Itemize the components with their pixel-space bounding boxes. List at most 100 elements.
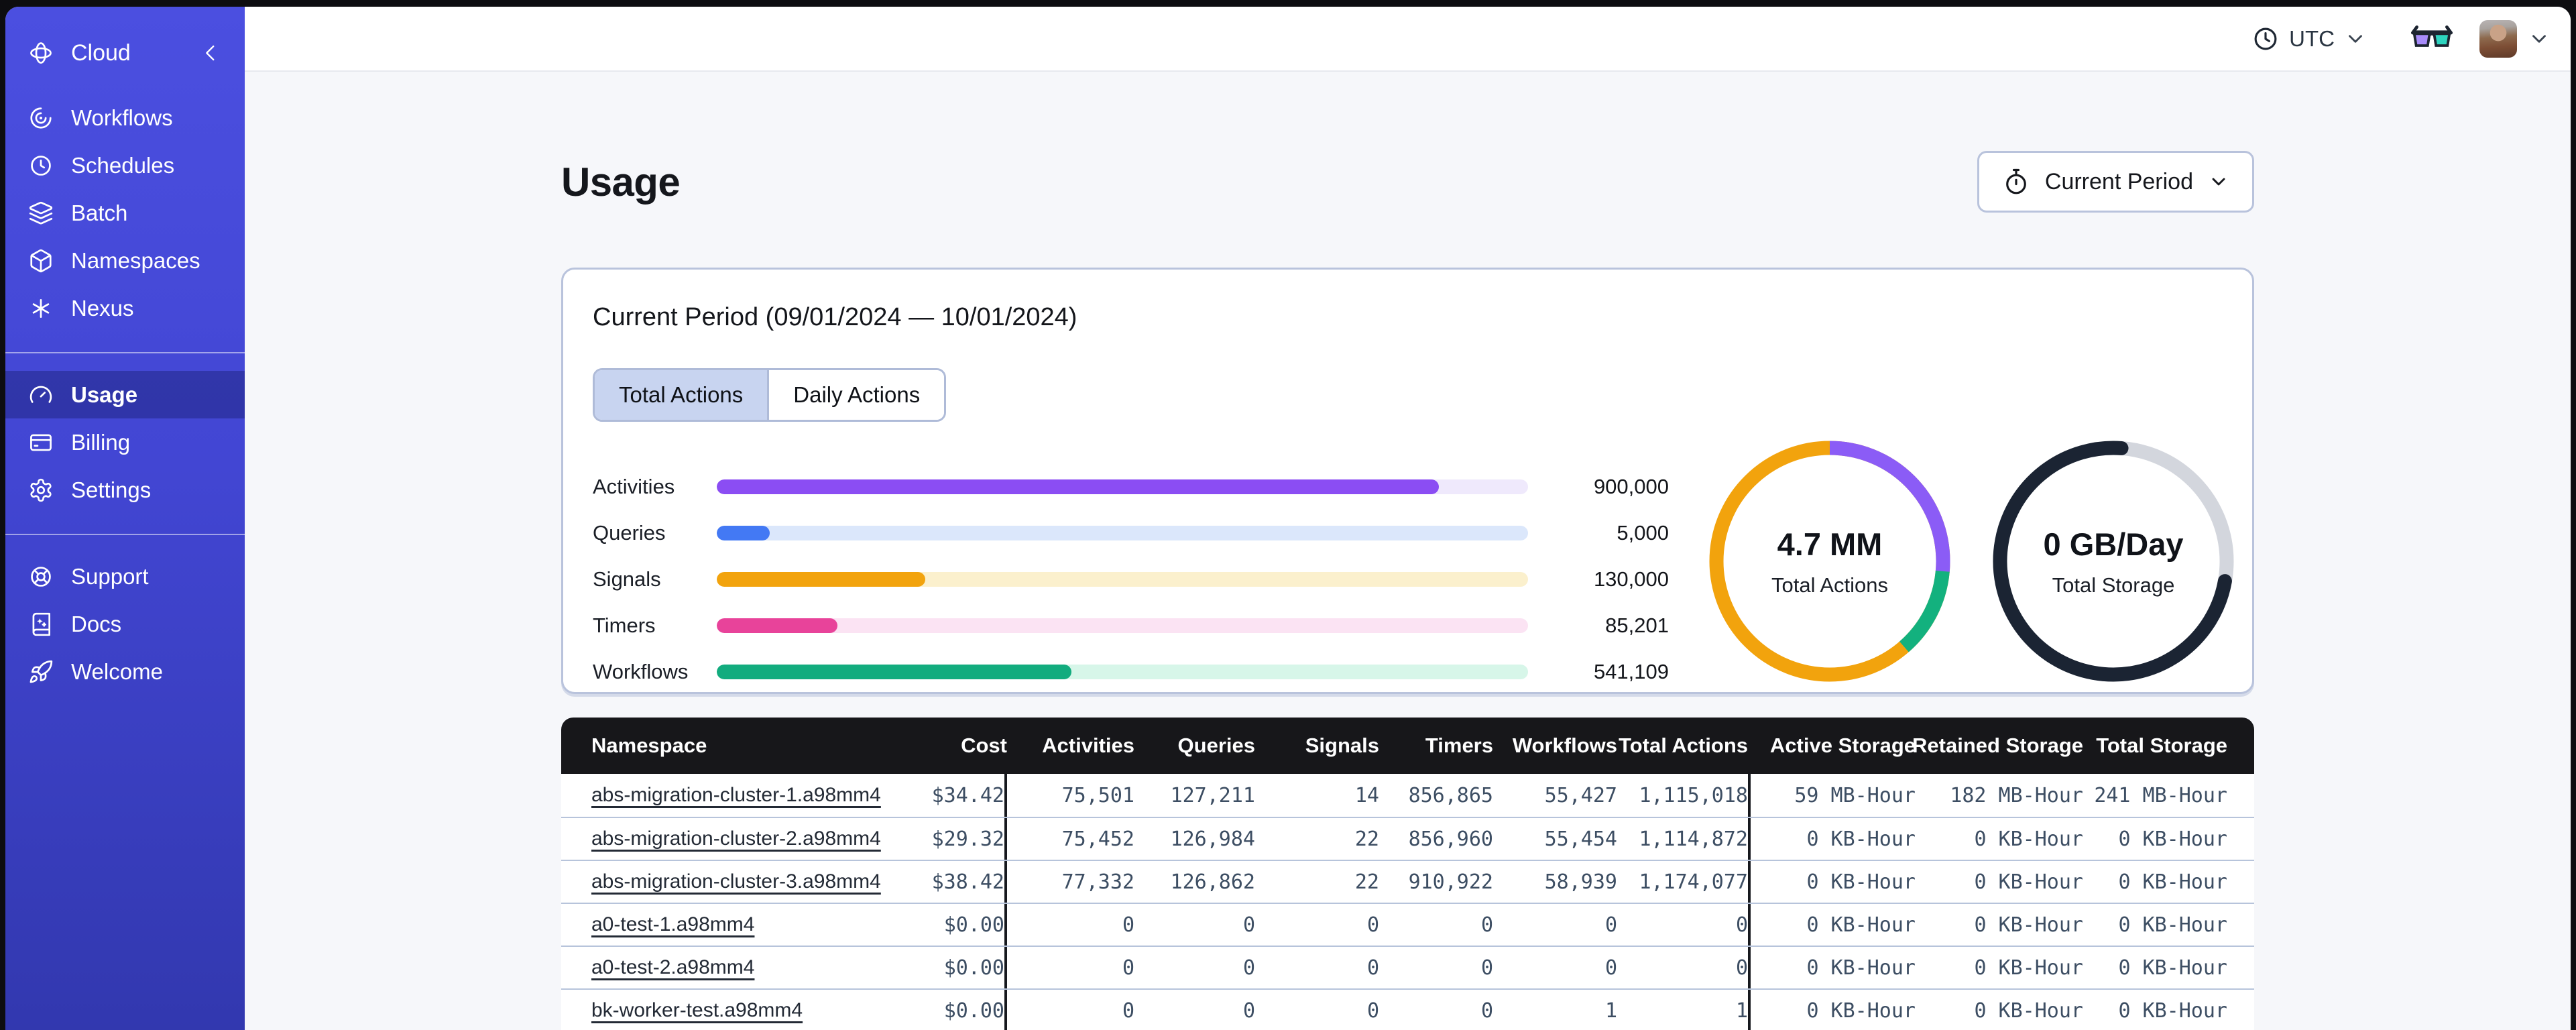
namespace-link[interactable]: a0-test-1.a98mm4 bbox=[591, 913, 754, 936]
namespace-link[interactable]: abs-migration-cluster-1.a98mm4 bbox=[591, 784, 881, 807]
cell-activities: 77,332 bbox=[1061, 870, 1134, 894]
cell-total-actions: 1 bbox=[1735, 998, 1748, 1023]
settings-icon bbox=[28, 477, 54, 503]
namespace-link[interactable]: a0-test-2.a98mm4 bbox=[591, 956, 754, 979]
cell-total-storage: 241 MB-Hour bbox=[2094, 783, 2227, 807]
cell-total-actions: 0 bbox=[1735, 913, 1748, 937]
cell-retained-storage: 0 KB-Hour bbox=[1974, 913, 2083, 937]
cell-total-actions: 0 bbox=[1735, 956, 1748, 980]
bar-track bbox=[717, 571, 1528, 587]
user-menu-chevron-icon[interactable] bbox=[2528, 27, 2551, 50]
sidebar-logo-row: Cloud bbox=[5, 24, 245, 82]
logo-label: Cloud bbox=[71, 40, 131, 66]
sidebar-divider bbox=[5, 352, 245, 353]
bar-row-activities: Activities 900,000 bbox=[593, 463, 1669, 510]
support-icon bbox=[28, 564, 54, 589]
sidebar-item-batch[interactable]: Batch bbox=[5, 189, 245, 237]
nexus-icon bbox=[28, 296, 54, 321]
column-header-signals: Signals bbox=[1305, 734, 1379, 757]
sidebar-item-docs[interactable]: Docs bbox=[5, 600, 245, 648]
topbar: UTC bbox=[245, 7, 2571, 72]
bar-label: Activities bbox=[593, 474, 675, 498]
sidebar-item-schedules[interactable]: Schedules bbox=[5, 141, 245, 189]
bar-track bbox=[717, 525, 1528, 540]
user-avatar[interactable] bbox=[2479, 19, 2517, 58]
cell-queries: 126,862 bbox=[1170, 870, 1255, 894]
cell-total-actions: 1,174,077 bbox=[1639, 870, 1748, 894]
period-button-label: Current Period bbox=[2044, 168, 2193, 194]
cell-namespace: abs-migration-cluster-2.a98mm4 bbox=[561, 818, 881, 860]
cell-retained-storage: 0 KB-Hour bbox=[1974, 956, 2083, 980]
cell-active-storage: 59 MB-Hour bbox=[1748, 774, 1916, 817]
bar-label: Signals bbox=[593, 567, 661, 591]
tab-daily-actions[interactable]: Daily Actions bbox=[767, 370, 945, 420]
actions-tab-group: Total Actions Daily Actions bbox=[593, 368, 947, 422]
sidebar-item-usage[interactable]: Usage bbox=[5, 371, 245, 418]
cell-total-actions: 1,115,018 bbox=[1639, 783, 1748, 807]
bar-value: 130,000 bbox=[1593, 567, 1669, 591]
sidebar-item-nexus[interactable]: Nexus bbox=[5, 284, 245, 332]
period-selector-button[interactable]: Current Period bbox=[1977, 151, 2254, 213]
sidebar-item-label: Schedules bbox=[71, 152, 175, 178]
cell-timers: 0 bbox=[1480, 956, 1493, 980]
sidebar-item-workflows[interactable]: Workflows bbox=[5, 94, 245, 141]
cell-namespace: abs-migration-cluster-3.a98mm4 bbox=[561, 861, 881, 903]
glasses-icon[interactable] bbox=[2411, 24, 2453, 54]
bar-value: 5,000 bbox=[1617, 520, 1669, 545]
cell-timers: 856,865 bbox=[1408, 783, 1493, 807]
cell-cost: $0.00 bbox=[880, 947, 1007, 988]
bar-track bbox=[717, 664, 1528, 679]
cell-timers: 0 bbox=[1480, 998, 1493, 1023]
cell-retained-storage: 0 KB-Hour bbox=[1974, 998, 2083, 1023]
cell-workflows: 58,939 bbox=[1544, 870, 1617, 894]
bar-label: Timers bbox=[593, 613, 656, 637]
sidebar-item-welcome[interactable]: Welcome bbox=[5, 648, 245, 695]
bar-value: 541,109 bbox=[1593, 659, 1669, 683]
table-header: Namespace Cost Activities Queries Signals Tim… bbox=[561, 718, 2254, 774]
sidebar-item-label: Support bbox=[71, 563, 149, 589]
table-row: a0-test-2.a98mm4 $0.00 0 0 0 0 0 0 0 KB-Hour 0 KB… bbox=[561, 946, 2254, 988]
sidebar-item-namespaces[interactable]: Namespaces bbox=[5, 237, 245, 284]
sidebar-item-billing[interactable]: Billing bbox=[5, 418, 245, 466]
cell-queries: 0 bbox=[1242, 913, 1255, 937]
cell-signals: 22 bbox=[1354, 870, 1379, 894]
summary-donuts: 4.7 MM Total Actions 0 GB/Day Total Storage bbox=[1702, 434, 2241, 689]
table-row: abs-migration-cluster-2.a98mm4 $29.32 75,4… bbox=[561, 817, 2254, 860]
namespace-usage-table: Namespace Cost Activities Queries Signals Tim… bbox=[561, 718, 2254, 1030]
column-header-timers: Timers bbox=[1425, 734, 1493, 757]
cell-queries: 126,984 bbox=[1170, 827, 1255, 851]
cell-retained-storage: 182 MB-Hour bbox=[1950, 783, 2083, 807]
bar-label: Queries bbox=[593, 520, 666, 545]
namespace-link[interactable]: bk-worker-test.a98mm4 bbox=[591, 999, 803, 1022]
cell-cost: $38.42 bbox=[880, 861, 1007, 903]
cell-workflows: 55,427 bbox=[1544, 783, 1617, 807]
namespace-link[interactable]: abs-migration-cluster-2.a98mm4 bbox=[591, 827, 881, 850]
column-header-activities: Activities bbox=[1042, 734, 1134, 757]
main-area: Usage Current Period Current Period (09/… bbox=[245, 72, 2571, 1030]
cell-workflows: 0 bbox=[1604, 913, 1617, 937]
temporal-logo-icon bbox=[28, 40, 54, 66]
cell-total-storage: 0 KB-Hour bbox=[2118, 956, 2227, 980]
cell-namespace: a0-test-1.a98mm4 bbox=[561, 904, 880, 946]
namespace-link[interactable]: abs-migration-cluster-3.a98mm4 bbox=[591, 870, 881, 893]
collapse-sidebar-icon[interactable] bbox=[199, 42, 222, 64]
cell-signals: 14 bbox=[1354, 783, 1379, 807]
cell-cost: $34.42 bbox=[880, 774, 1007, 817]
tab-total-actions[interactable]: Total Actions bbox=[595, 370, 768, 420]
cell-signals: 0 bbox=[1366, 998, 1379, 1023]
sidebar-item-label: Usage bbox=[71, 382, 138, 407]
cell-active-storage: 0 KB-Hour bbox=[1748, 904, 1916, 946]
bar-fill bbox=[717, 664, 1071, 679]
cell-retained-storage: 0 KB-Hour bbox=[1974, 870, 2083, 894]
cell-cost: $0.00 bbox=[880, 990, 1007, 1030]
cell-activities: 75,452 bbox=[1061, 827, 1134, 851]
timezone-select[interactable]: UTC bbox=[2251, 25, 2367, 53]
sidebar-item-label: Welcome bbox=[71, 659, 163, 684]
cell-total-actions: 1,114,872 bbox=[1639, 827, 1748, 851]
sidebar-item-settings[interactable]: Settings bbox=[5, 466, 245, 514]
usage-icon bbox=[28, 382, 54, 408]
cell-queries: 0 bbox=[1242, 998, 1255, 1023]
cell-queries: 127,211 bbox=[1170, 783, 1255, 807]
cell-active-storage: 0 KB-Hour bbox=[1748, 947, 1916, 988]
sidebar-item-support[interactable]: Support bbox=[5, 553, 245, 600]
